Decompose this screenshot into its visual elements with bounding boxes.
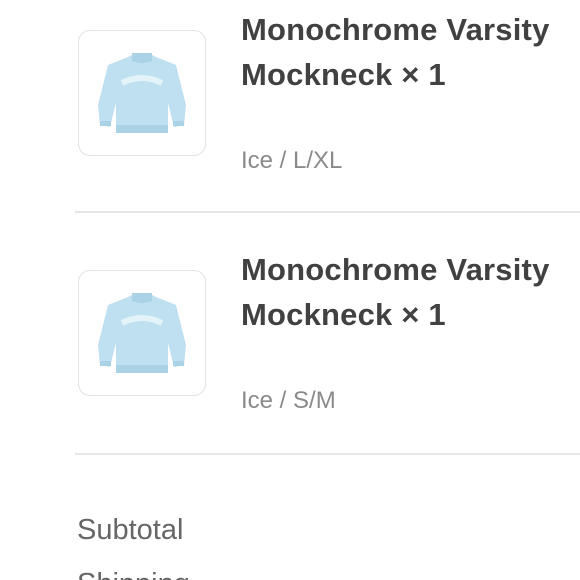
product-thumbnail [78,30,206,156]
order-summary-page: Monochrome Varsity Mockneck × 1 Ice / L/… [0,0,580,580]
divider [75,211,580,213]
product-title: Monochrome Varsity Mockneck × 1 [241,252,550,332]
sweater-icon [98,53,186,133]
divider [75,453,580,455]
product-title: Monochrome Varsity Mockneck × 1 [241,12,550,92]
sweater-icon [98,293,186,373]
shipping-label: Shipping [77,566,190,580]
subtotal-label: Subtotal [77,514,184,546]
product-variant: Ice / L/XL [241,147,343,174]
product-thumbnail [78,270,206,396]
product-variant: Ice / S/M [241,387,336,414]
